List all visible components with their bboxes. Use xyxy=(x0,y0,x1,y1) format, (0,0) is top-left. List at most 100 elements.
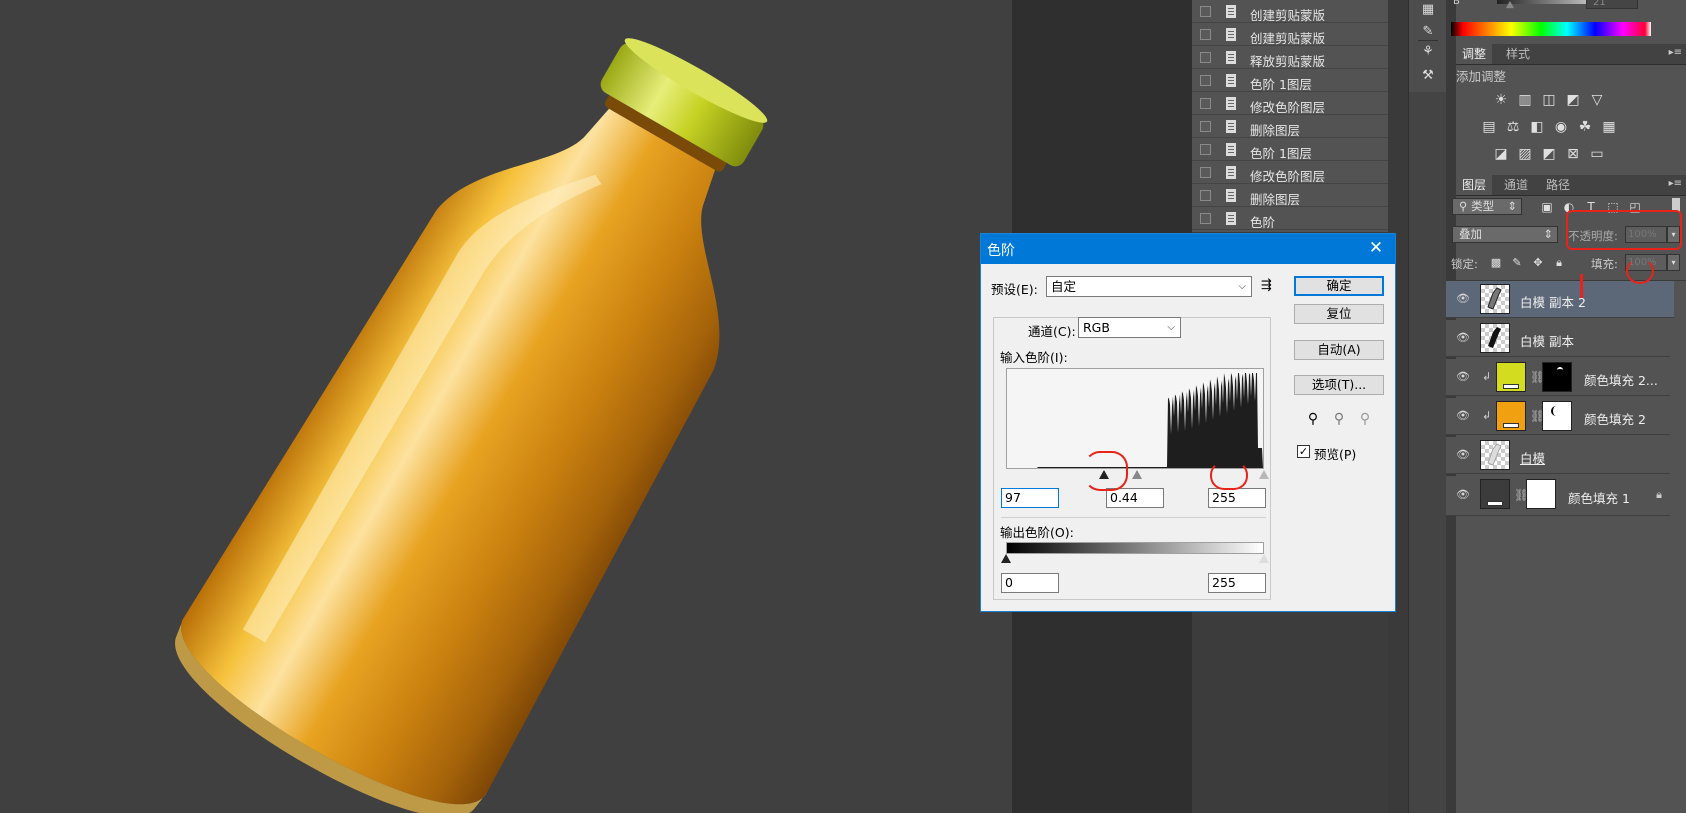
threshold-icon[interactable]: ◩ xyxy=(1540,146,1558,162)
brush-preset-icon[interactable]: ▦ xyxy=(1420,2,1436,18)
color-slider-handle[interactable] xyxy=(1506,0,1514,9)
white-eyedropper-icon[interactable]: ⚲ xyxy=(1356,410,1374,428)
eye-icon[interactable]: 👁︎ xyxy=(1456,371,1470,383)
eye-icon[interactable]: 👁︎ xyxy=(1456,449,1470,461)
lock-position-icon[interactable]: ✥ xyxy=(1529,255,1547,271)
lock-all-icon[interactable]: 🔒︎ xyxy=(1550,255,1568,271)
layer-filter-select[interactable]: ⚲ 类型 ⇕ xyxy=(1452,198,1522,215)
channel-select[interactable]: RGB ⌵ xyxy=(1078,317,1181,338)
color-spectrum[interactable] xyxy=(1451,22,1651,36)
preset-options-icon[interactable]: ⇶ xyxy=(1261,278,1272,293)
output-black-handle[interactable] xyxy=(1001,554,1011,563)
eye-icon[interactable]: 👁︎ xyxy=(1456,293,1470,305)
history-item[interactable]: 删除图层 xyxy=(1192,116,1388,138)
vibrance-icon[interactable]: ▤ xyxy=(1480,119,1498,135)
lock-transparent-icon[interactable]: ▩ xyxy=(1487,255,1505,271)
layer-name[interactable]: 白模 xyxy=(1520,448,1545,467)
layer-row[interactable]: 👁︎ 白模 xyxy=(1446,437,1670,474)
input-white-handle[interactable] xyxy=(1259,470,1269,479)
layer-mask-thumbnail[interactable] xyxy=(1526,479,1556,509)
photo-filter-icon[interactable]: ◉ xyxy=(1552,119,1570,135)
history-toggle[interactable] xyxy=(1200,29,1211,40)
history-item[interactable]: 创建剪贴蒙版 xyxy=(1192,24,1388,46)
exposure-icon[interactable]: ◩ xyxy=(1564,92,1582,108)
layer-row[interactable]: 👁︎ 白模 副本 2 xyxy=(1446,281,1674,318)
history-item[interactable]: 色阶 xyxy=(1192,208,1388,230)
curves-icon[interactable]: ◫ xyxy=(1540,92,1558,108)
color-lookup-icon[interactable]: ▦ xyxy=(1600,119,1618,135)
gray-eyedropper-icon[interactable]: ⚲ xyxy=(1330,410,1348,428)
layer-name[interactable]: 白模 副本 2 xyxy=(1520,292,1586,311)
blend-mode-select[interactable]: 叠加 ⇕ xyxy=(1452,226,1558,243)
fill-color-thumbnail[interactable] xyxy=(1496,362,1526,392)
filter-pixel-icon[interactable]: ▣ xyxy=(1538,199,1556,215)
layer-row[interactable]: 👁︎ ⛓ 颜色填充 1 🔒︎ xyxy=(1446,476,1670,516)
history-toggle[interactable] xyxy=(1200,98,1211,109)
gradient-map-icon[interactable]: ▽ xyxy=(1588,92,1606,108)
gradient-map-icon-2[interactable]: ▭ xyxy=(1588,146,1606,162)
dialog-titlebar[interactable]: 色阶 ✕ xyxy=(981,234,1395,264)
fill-color-thumbnail[interactable] xyxy=(1496,401,1526,431)
layer-mask-thumbnail[interactable] xyxy=(1542,401,1572,431)
tab-adjustments[interactable]: 调整 xyxy=(1456,44,1493,64)
auto-button[interactable]: 自动(A) xyxy=(1294,340,1384,360)
history-item[interactable]: 创建剪贴蒙版 xyxy=(1192,1,1388,23)
channel-mixer-icon[interactable]: ☘ xyxy=(1576,119,1594,135)
history-item[interactable]: 修改色阶图层 xyxy=(1192,93,1388,115)
eye-icon[interactable]: 👁︎ xyxy=(1456,489,1470,501)
output-white-handle[interactable] xyxy=(1259,554,1269,563)
panel-menu-icon[interactable]: ▸≡ xyxy=(1669,47,1682,58)
history-toggle[interactable] xyxy=(1200,121,1211,132)
output-white-field[interactable]: 255 xyxy=(1208,573,1266,593)
history-item[interactable]: 色阶 1图层 xyxy=(1192,70,1388,92)
history-item[interactable]: 修改色阶图层 xyxy=(1192,162,1388,184)
black-eyedropper-icon[interactable]: ⚲ xyxy=(1304,410,1322,428)
history-toggle[interactable] xyxy=(1200,6,1211,17)
layer-row[interactable]: 👁︎ ↲ ⛓ 颜色填充 2 xyxy=(1446,398,1670,435)
panel-menu-icon[interactable]: ▸≡ xyxy=(1669,178,1682,189)
color-balance-icon[interactable]: ⚖ xyxy=(1504,119,1522,135)
selective-color-icon[interactable]: ⊠ xyxy=(1564,146,1582,162)
posterize-icon[interactable]: ▨ xyxy=(1516,146,1534,162)
tab-styles[interactable]: 样式 xyxy=(1500,44,1536,64)
close-icon[interactable]: ✕ xyxy=(1367,238,1385,258)
tab-layers[interactable]: 图层 xyxy=(1456,175,1493,195)
levels-icon[interactable]: ▥ xyxy=(1516,92,1534,108)
input-black-field[interactable]: 97 xyxy=(1001,488,1059,508)
layer-row[interactable]: 👁︎ 白模 副本 xyxy=(1446,320,1670,357)
preview-checkbox[interactable]: ✓ xyxy=(1297,445,1310,458)
output-black-field[interactable]: 0 xyxy=(1001,573,1059,593)
history-toggle[interactable] xyxy=(1200,144,1211,155)
options-button[interactable]: 选项(T)... xyxy=(1294,375,1384,395)
color-value-field[interactable]: 21 xyxy=(1586,0,1638,9)
black-white-icon[interactable]: ◧ xyxy=(1528,119,1546,135)
invert-icon[interactable]: ◪ xyxy=(1492,146,1510,162)
layer-name[interactable]: 颜色填充 2... xyxy=(1584,370,1658,389)
eye-icon[interactable]: 👁︎ xyxy=(1456,410,1470,422)
eye-icon[interactable]: 👁︎ xyxy=(1456,332,1470,344)
brightness-icon[interactable]: ☀ xyxy=(1492,92,1510,108)
reset-button[interactable]: 复位 xyxy=(1294,304,1384,324)
preset-select[interactable]: 自定 ⌵ xyxy=(1046,276,1252,297)
clone-source-icon[interactable]: ⚘ xyxy=(1420,44,1436,60)
brush-icon[interactable]: ✎ xyxy=(1420,24,1436,40)
history-item[interactable]: 释放剪贴蒙版 xyxy=(1192,47,1388,69)
history-toggle[interactable] xyxy=(1200,75,1211,86)
document-canvas[interactable] xyxy=(0,0,1012,813)
history-toggle[interactable] xyxy=(1200,52,1211,63)
ok-button[interactable]: 确定 xyxy=(1294,276,1384,296)
fill-color-thumbnail[interactable] xyxy=(1480,479,1510,509)
input-gamma-handle[interactable] xyxy=(1132,470,1143,479)
tab-paths[interactable]: 路径 xyxy=(1540,175,1576,195)
history-toggle[interactable] xyxy=(1200,167,1211,178)
lock-image-icon[interactable]: ✎ xyxy=(1508,255,1526,271)
layer-mask-thumbnail[interactable] xyxy=(1542,362,1572,392)
input-gamma-field[interactable]: 0.44 xyxy=(1106,488,1164,508)
history-toggle[interactable] xyxy=(1200,213,1211,224)
history-toggle[interactable] xyxy=(1200,190,1211,201)
tool-preset-icon[interactable]: ⚒ xyxy=(1420,68,1436,84)
fill-dropdown-icon[interactable]: ▾ xyxy=(1667,254,1680,271)
layer-name[interactable]: 颜色填充 1 xyxy=(1568,488,1630,507)
tab-channels[interactable]: 通道 xyxy=(1498,175,1534,195)
history-item[interactable]: 色阶 1图层 xyxy=(1192,139,1388,161)
